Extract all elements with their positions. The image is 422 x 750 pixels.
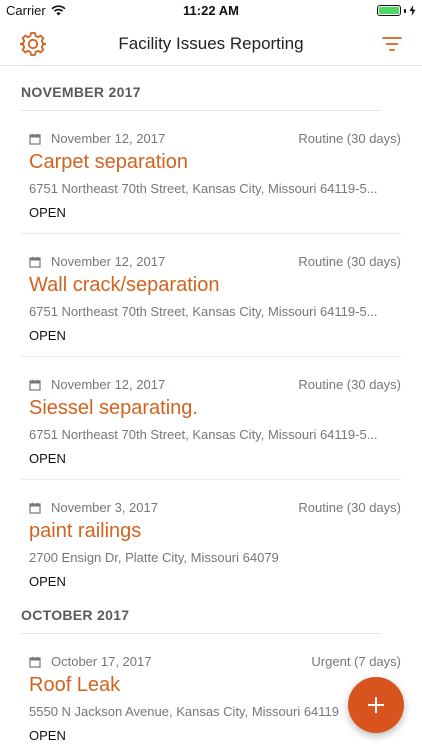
section-header: NOVEMBER 2017 [0,66,422,111]
issue-address: 6751 Northeast 70th Street, Kansas City,… [29,427,378,442]
issue-status: OPEN [29,451,66,466]
issue-list-item[interactable]: November 12, 2017 Routine (30 days) Sies… [21,357,401,480]
issue-list-item[interactable]: November 12, 2017 Routine (30 days) Wall… [21,234,401,357]
nav-bar: Facility Issues Reporting [0,22,422,66]
issue-priority: Routine (30 days) [298,131,401,146]
issue-date: November 12, 2017 [51,254,166,269]
calendar-icon [29,502,41,514]
issue-list-item[interactable]: November 3, 2017 Routine (30 days) paint… [21,480,401,603]
issue-title: Wall crack/separation [29,274,220,296]
issue-title: paint railings [29,520,142,542]
battery-indicator [377,5,416,16]
add-issue-button[interactable] [348,677,404,733]
battery-icon [377,5,401,16]
issue-date: November 12, 2017 [51,377,166,392]
issue-priority: Routine (30 days) [298,500,401,515]
calendar-icon [29,256,41,268]
issue-list-item[interactable]: November 12, 2017 Routine (30 days) Carp… [21,111,401,234]
issue-address: 6751 Northeast 70th Street, Kansas City,… [29,181,378,196]
status-time: 11:22 AM [183,3,239,18]
issue-list-item[interactable]: October 17, 2017 Urgent (7 days) Roof Le… [21,634,401,750]
issue-address: 5550 N Jackson Avenue, Kansas City, Miss… [29,704,340,719]
calendar-icon [29,656,41,668]
issue-priority: Routine (30 days) [298,377,401,392]
section-header: OCTOBER 2017 [0,603,422,634]
section-label: NOVEMBER 2017 [21,84,141,100]
filter-icon [382,37,402,51]
calendar-icon [29,133,41,145]
issue-title: Roof Leak [29,674,121,696]
issue-status: OPEN [29,328,66,343]
issue-date: November 3, 2017 [51,500,158,515]
issue-title: Carpet separation [29,151,188,173]
issue-title: Siessel separating. [29,397,198,419]
status-bar: Carrier 11:22 AM [0,0,422,22]
issue-status: OPEN [29,574,66,589]
issue-status: OPEN [29,205,66,220]
page-title: Facility Issues Reporting [118,34,304,53]
calendar-icon [29,379,41,391]
issue-priority: Urgent (7 days) [311,654,401,669]
issue-address: 6751 Northeast 70th Street, Kansas City,… [29,304,378,319]
filter-button[interactable] [380,32,404,56]
issue-status: OPEN [29,728,66,743]
issue-date: November 12, 2017 [51,131,166,146]
issue-address: 2700 Ensign Dr, Platte City, Missouri 64… [29,550,279,565]
issue-priority: Routine (30 days) [298,254,401,269]
issue-date: October 17, 2017 [51,654,152,669]
plus-icon [368,697,384,713]
section-label: OCTOBER 2017 [21,607,130,623]
charging-icon [409,5,416,16]
